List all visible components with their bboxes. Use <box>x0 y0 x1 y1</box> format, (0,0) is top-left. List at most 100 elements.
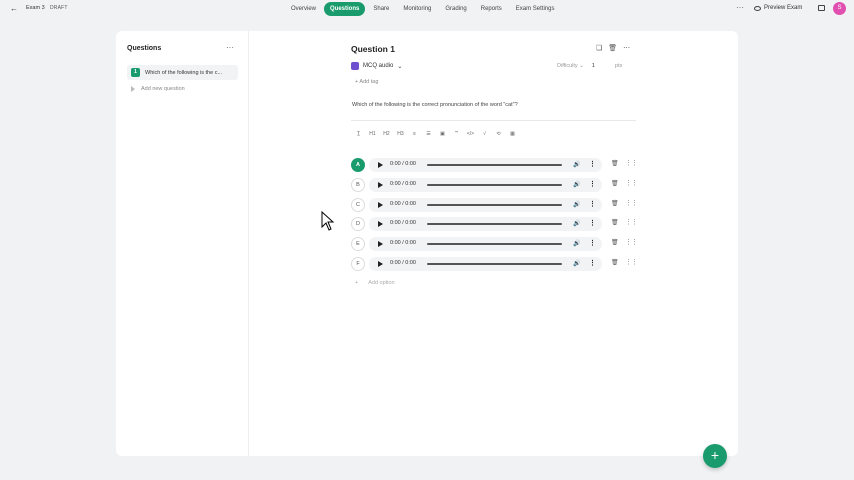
audio-time: 0:00 / 0:00 <box>390 201 416 207</box>
play-icon[interactable] <box>378 241 383 247</box>
option-row: C 0:00 / 0:00 🔊 ⋮ 🗑 ⋮⋮ <box>351 198 638 212</box>
points-input[interactable]: 1 <box>592 63 595 69</box>
drag-handle-icon[interactable]: ⋮⋮ <box>625 238 638 246</box>
question-prompt[interactable]: Which of the following is the correct pr… <box>352 102 518 108</box>
audio-menu-icon[interactable]: ⋮ <box>589 200 596 208</box>
heading-2-icon[interactable]: H2 <box>382 130 391 138</box>
option-letter[interactable]: A <box>351 158 365 172</box>
audio-time: 0:00 / 0:00 <box>390 240 416 246</box>
more-icon[interactable]: ··· <box>736 3 744 12</box>
play-icon[interactable] <box>378 261 383 267</box>
bullet-list-icon[interactable]: ≡ <box>410 130 419 138</box>
add-new-question-label: Add new question <box>141 86 185 92</box>
question-type-label: MCQ audio <box>363 63 394 69</box>
trash-icon[interactable]: 🗑 <box>611 239 619 246</box>
audio-progress-slider[interactable] <box>427 243 562 245</box>
tab-grading[interactable]: Grading <box>439 2 472 16</box>
audio-progress-slider[interactable] <box>427 164 562 166</box>
tab-monitoring[interactable]: Monitoring <box>397 2 437 16</box>
question-type-select[interactable]: MCQ audio ⌄ <box>351 62 402 70</box>
audio-player: 0:00 / 0:00 🔊 ⋮ <box>369 237 602 251</box>
drag-handle-icon[interactable]: ⋮⋮ <box>625 159 638 167</box>
trash-icon[interactable]: 🗑 <box>611 160 619 167</box>
option-letter[interactable]: B <box>351 178 365 192</box>
option-letter[interactable]: F <box>351 257 365 271</box>
preview-exam-label: Preview Exam <box>764 5 803 11</box>
audio-player: 0:00 / 0:00 🔊 ⋮ <box>369 257 602 271</box>
copy-icon[interactable]: ❏ <box>596 44 602 52</box>
trash-icon[interactable]: 🗑 <box>608 44 617 52</box>
add-option-button[interactable]: + Add option <box>355 280 395 286</box>
audio-menu-icon[interactable]: ⋮ <box>589 239 596 247</box>
drag-handle-icon[interactable]: ⋮⋮ <box>625 218 638 226</box>
tab-share[interactable]: Share <box>367 2 395 16</box>
audio-menu-icon[interactable]: ⋮ <box>589 180 596 188</box>
volume-icon[interactable]: 🔊 <box>573 161 580 168</box>
trash-icon[interactable]: 🗑 <box>611 200 619 207</box>
option-letter[interactable]: D <box>351 217 365 231</box>
play-icon[interactable] <box>378 221 383 227</box>
image-icon[interactable]: ▣ <box>438 130 447 138</box>
trash-icon[interactable]: 🗑 <box>611 219 619 226</box>
audio-menu-icon[interactable]: ⋮ <box>589 259 596 267</box>
audio-time: 0:00 / 0:00 <box>390 161 416 167</box>
questions-sidebar: Questions ··· 1 Which of the following i… <box>116 31 249 456</box>
volume-icon[interactable]: 🔊 <box>573 181 580 188</box>
difficulty-select[interactable]: Difficulty ⌄ <box>557 63 584 69</box>
option-row: D 0:00 / 0:00 🔊 ⋮ 🗑 ⋮⋮ <box>351 217 638 231</box>
add-fab-button[interactable]: + <box>703 444 727 468</box>
volume-icon[interactable]: 🔊 <box>573 260 580 267</box>
trash-icon[interactable]: 🗑 <box>611 259 619 266</box>
add-new-question-button[interactable]: Add new question <box>131 86 185 92</box>
audio-menu-icon[interactable]: ⋮ <box>589 160 596 168</box>
text-style-icon[interactable]: T̲ <box>354 130 363 138</box>
trash-icon[interactable]: 🗑 <box>611 180 619 187</box>
sidebar-item-label: Which of the following is the c... <box>145 69 223 76</box>
option-letter[interactable]: E <box>351 237 365 251</box>
audio-progress-slider[interactable] <box>427 184 562 186</box>
audio-progress-slider[interactable] <box>427 204 562 206</box>
play-icon[interactable] <box>378 162 383 168</box>
mail-icon[interactable] <box>818 5 825 11</box>
quote-icon[interactable]: “” <box>452 130 461 138</box>
undo-icon[interactable]: ⟲ <box>494 130 503 138</box>
math-icon[interactable]: √ <box>480 130 489 138</box>
numbered-list-icon[interactable]: ☰ <box>424 130 433 138</box>
sidebar-item-question-1[interactable]: 1 Which of the following is the c... <box>127 65 238 80</box>
volume-icon[interactable]: 🔊 <box>573 220 580 227</box>
sidebar-more-icon[interactable]: ··· <box>226 43 234 52</box>
play-icon[interactable] <box>378 202 383 208</box>
question-title: Question 1 <box>351 44 395 54</box>
exam-title: Exam 3 <box>26 5 45 11</box>
code-icon[interactable]: </> <box>466 130 475 138</box>
avatar[interactable]: S <box>833 2 846 15</box>
drag-handle-icon[interactable]: ⋮⋮ <box>625 258 638 266</box>
top-bar: ← Exam 3 DRAFT Overview Questions Share … <box>0 0 854 18</box>
heading-3-icon[interactable]: H3 <box>396 130 405 138</box>
volume-icon[interactable]: 🔊 <box>573 240 580 247</box>
preview-exam-button[interactable]: Preview Exam <box>754 5 802 11</box>
play-icon[interactable] <box>378 182 383 188</box>
audio-menu-icon[interactable]: ⋮ <box>589 219 596 227</box>
tab-overview[interactable]: Overview <box>285 2 322 16</box>
audio-progress-slider[interactable] <box>427 223 562 225</box>
add-tag-button[interactable]: + Add tag <box>355 79 378 85</box>
table-icon[interactable]: ▦ <box>508 130 517 138</box>
volume-icon[interactable]: 🔊 <box>573 201 580 208</box>
eye-icon <box>754 5 761 11</box>
tab-exam-settings[interactable]: Exam Settings <box>510 2 561 16</box>
option-row: A 0:00 / 0:00 🔊 ⋮ 🗑 ⋮⋮ <box>351 158 638 172</box>
question-number-badge: 1 <box>131 68 140 77</box>
more-icon[interactable]: ⋯ <box>623 44 630 52</box>
heading-1-icon[interactable]: H1 <box>368 130 377 138</box>
drag-handle-icon[interactable]: ⋮⋮ <box>625 179 638 187</box>
arrow-left-icon[interactable]: ← <box>10 4 20 14</box>
plus-icon: + <box>355 280 359 286</box>
drag-handle-icon[interactable]: ⋮⋮ <box>625 199 638 207</box>
option-letter[interactable]: C <box>351 198 365 212</box>
tab-questions[interactable]: Questions <box>324 2 366 16</box>
editor-card: Questions ··· 1 Which of the following i… <box>116 31 738 456</box>
chevron-down-icon: ⌄ <box>397 63 403 70</box>
audio-progress-slider[interactable] <box>427 263 562 265</box>
tab-reports[interactable]: Reports <box>475 2 508 16</box>
